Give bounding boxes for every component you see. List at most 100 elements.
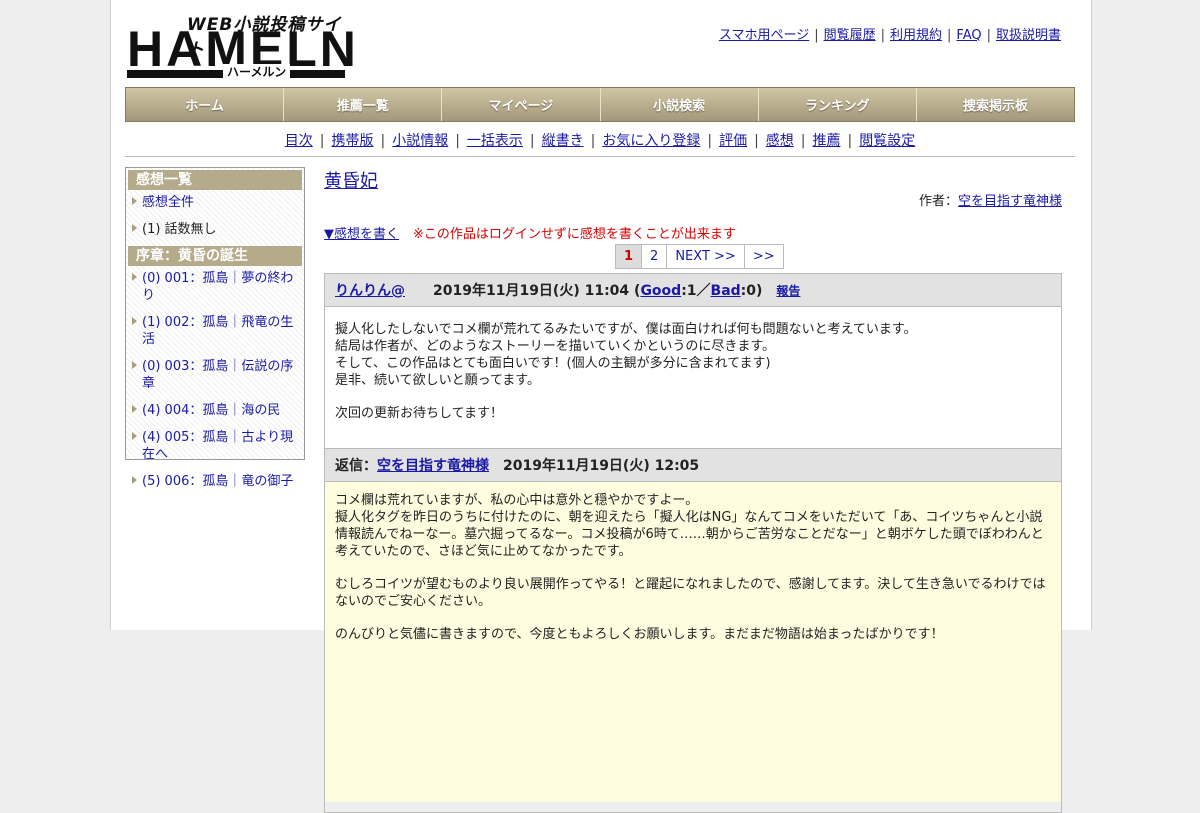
link-history[interactable]: 閲覧履歴 — [824, 28, 876, 43]
link-terms[interactable]: 利用規約 — [890, 28, 942, 43]
sub-nav: 目次 | 携帯版 | 小説情報 | 一括表示 | 縦書き | お気に入り登録 | 評価 | 感想 | 推薦 | 閲覧… — [125, 130, 1075, 150]
subnav-info[interactable]: 小説情報 — [392, 133, 448, 149]
write-comment-line: ▼感想を書く ※この作品はログインせずに感想を書くことが出来ます — [324, 223, 736, 242]
comment-body: 擬人化したしないでコメ欄が荒れてるみたいですが、僕は面白ければ何も問題ないと考え… — [325, 307, 1061, 448]
nav-board[interactable]: 捜索掲示板 — [916, 88, 1075, 121]
link-manual[interactable]: 取扱説明書 — [996, 28, 1061, 43]
sidebar-chapter-item[interactable]: (0) 003：孤島｜伝説の序章 — [126, 354, 304, 398]
page-next[interactable]: NEXT >> — [666, 244, 745, 269]
subnav-settings[interactable]: 閲覧設定 — [859, 133, 915, 149]
separator: | — [707, 133, 713, 149]
subnav-toc[interactable]: 目次 — [285, 133, 313, 149]
bad-link[interactable]: Bad — [711, 283, 741, 299]
sidebar-no-episode-label: (1) 話数無し — [142, 222, 217, 237]
reply-header: 返信： 空を目指す竜神様 2019年11月19日(火) 12:05 — [325, 448, 1061, 482]
comment-line: 擬人化したしないでコメ欄が荒れてるみたいですが、僕は面白ければ何も問題ないと考え… — [335, 322, 917, 337]
separator: | — [847, 133, 853, 149]
separator: | — [455, 133, 460, 149]
subnav-mobile[interactable]: 携帯版 — [331, 133, 373, 149]
comment-line: そして、この作品はとても面白いです！(個人の主観が多分に含まれてます) — [335, 356, 771, 371]
comment-paragraph: 次回の更新お待ちしてます！ — [335, 405, 1051, 422]
separator: | — [380, 133, 386, 149]
triangle-icon — [132, 273, 137, 281]
sidebar-chapter-link[interactable]: (5) 006：孤島｜竜の御子 — [142, 474, 293, 489]
separator: | — [814, 28, 819, 43]
subnav-comments[interactable]: 感想 — [766, 133, 794, 149]
subnav-all[interactable]: 一括表示 — [467, 133, 523, 149]
good-link[interactable]: Good — [640, 283, 681, 299]
sidebar-heading-comments: 感想一覧 — [128, 170, 302, 190]
link-smartphone[interactable]: スマホ用ページ — [719, 28, 809, 43]
separator: | — [880, 28, 885, 43]
report-link[interactable]: 報告 — [776, 282, 800, 299]
nav-search[interactable]: 小説検索 — [600, 88, 759, 121]
sidebar-item-no-episode: (1) 話数無し — [126, 217, 304, 244]
subnav-recommend[interactable]: 推薦 — [813, 133, 841, 149]
nav-recommend[interactable]: 推薦一覧 — [284, 88, 443, 121]
link-faq[interactable]: FAQ — [956, 28, 981, 43]
pagination: 1 2 NEXT >> >> — [615, 244, 784, 269]
nav-mypage[interactable]: マイページ — [442, 88, 601, 121]
reply-paragraph: のんびりと気儘に書きますので、今度ともよろしくお願いします。まだまだ物語は始まっ… — [335, 627, 944, 642]
separator: | — [800, 133, 806, 149]
separator: | — [319, 133, 325, 149]
triangle-icon — [132, 361, 137, 369]
reply-author-link[interactable]: 空を目指す竜神様 — [377, 455, 489, 475]
nav-ranking[interactable]: ランキング — [758, 88, 917, 121]
commenter-name[interactable]: りんりん@ — [335, 280, 405, 300]
sidebar-heading-chapter: 序章：黄昏の誕生 — [128, 246, 302, 266]
separator: | — [590, 133, 596, 149]
author-line: 作者：空を目指す竜神様 — [919, 190, 1062, 209]
comment-line: 結局は作者が、どのようなストーリーを描いていくかというのに尽きます。 — [335, 339, 776, 354]
separator: | — [529, 133, 535, 149]
comment-line: 是非、続いて欲しいと願ってます。 — [335, 373, 541, 388]
reply-line: 擬人化タグを昨日のうちに付けたのに、朝を迎えたら「擬人化はNG」なんてコメをいた… — [335, 510, 1044, 559]
reply-paragraph: コメ欄は荒れていますが、私の心中は意外と穏やかですよー。擬人化タグを昨日のうちに… — [335, 492, 1051, 560]
bad-count: :0) — [740, 283, 763, 299]
sidebar-chapter-item[interactable]: (0) 001：孤島｜夢の終わり — [126, 266, 304, 310]
sidebar-chapter-link[interactable]: (4) 004：孤島｜海の民 — [142, 403, 280, 418]
sidebar-chapter-link[interactable]: (4) 005：孤島｜古より現在へ — [142, 430, 293, 462]
novel-title[interactable]: 黄昏妃 — [324, 167, 378, 193]
sidebar: 感想一覧 感想全件 (1) 話数無し 序章：黄昏の誕生 (0) 001：孤島｜夢… — [125, 167, 305, 489]
sidebar-chapter-item[interactable]: (4) 005：孤島｜古より現在へ — [126, 425, 304, 469]
top-links: スマホ用ページ | 閲覧履歴 | 利用規約 | FAQ | 取扱説明書 — [717, 24, 1063, 43]
triangle-icon — [132, 317, 137, 325]
page-1[interactable]: 1 — [615, 244, 643, 269]
sidebar-chapter-link[interactable]: (0) 003：孤島｜伝説の序章 — [142, 359, 293, 391]
comment-header: りんりん@ 2019年11月19日(火) 11:04 (Good:1／Bad:0… — [325, 274, 1061, 307]
page-2[interactable]: 2 — [641, 244, 668, 269]
nav-home[interactable]: ホーム — [126, 88, 285, 121]
divider — [125, 156, 1075, 157]
comment-post: りんりん@ 2019年11月19日(火) 11:04 (Good:1／Bad:0… — [324, 273, 1062, 813]
separator: | — [986, 28, 991, 43]
logo-kana: ハーメルン — [223, 64, 291, 80]
sidebar-chapter-link[interactable]: (1) 002：孤島｜飛竜の生活 — [142, 315, 293, 347]
sidebar-chapter-item[interactable]: (5) 006：孤島｜竜の御子 — [126, 469, 304, 496]
separator: | — [947, 28, 952, 43]
reply-paragraph: むしろコイツが望むものより良い展開作ってやる！と躍起になれましたので、感謝してま… — [335, 577, 1046, 609]
triangle-icon — [132, 405, 137, 413]
triangle-icon — [132, 476, 137, 484]
subnav-vertical[interactable]: 縦書き — [542, 133, 584, 149]
page-last[interactable]: >> — [743, 244, 784, 269]
subnav-favorite[interactable]: お気に入り登録 — [602, 133, 700, 149]
separator: | — [754, 133, 759, 149]
sidebar-chapter-link[interactable]: (0) 001：孤島｜夢の終わり — [142, 271, 293, 303]
author-link[interactable]: 空を目指す竜神様 — [958, 194, 1062, 209]
sidebar-chapter-item[interactable]: (1) 002：孤島｜飛竜の生活 — [126, 310, 304, 354]
triangle-icon — [132, 224, 137, 232]
reply-line: コメ欄は荒れていますが、私の心中は意外と穏やかですよー。 — [335, 493, 699, 508]
reply-date: 2019年11月19日(火) 12:05 — [503, 458, 700, 474]
comment-meta: 2019年11月19日(火) 11:04 (Good:1／Bad:0) — [433, 280, 762, 300]
comment-line: 次回の更新お待ちしてます！ — [335, 406, 503, 421]
triangle-icon — [132, 197, 137, 205]
sidebar-all-link[interactable]: 感想全件 — [142, 195, 194, 210]
comment-paragraph: 擬人化したしないでコメ欄が荒れてるみたいですが、僕は面白ければ何も問題ないと考え… — [335, 321, 1051, 389]
subnav-rate[interactable]: 評価 — [719, 133, 747, 149]
author-prefix: 作者： — [918, 194, 958, 209]
sidebar-item-all[interactable]: 感想全件 — [126, 190, 304, 217]
site-logo[interactable]: WEB小説投稿サイト HAMELN ハーメルン — [127, 10, 356, 80]
write-comment-link[interactable]: ▼感想を書く — [324, 227, 399, 242]
sidebar-chapter-item[interactable]: (4) 004：孤島｜海の民 — [126, 398, 304, 425]
